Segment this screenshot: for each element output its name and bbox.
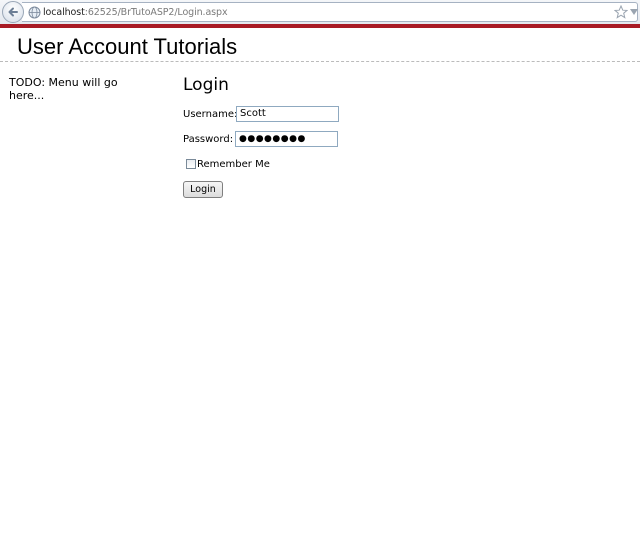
password-label: Password: [183, 134, 234, 145]
login-button[interactable]: Login [183, 181, 223, 198]
header-divider [0, 61, 640, 62]
header-accent-bar [0, 24, 640, 28]
login-heading: Login [183, 75, 229, 95]
browser-toolbar: localhost:62525/BrTutoASP2/Login.aspx [0, 0, 640, 24]
url-host: localhost [43, 7, 85, 18]
username-input[interactable]: Scott [236, 106, 339, 122]
remember-me-checkbox[interactable] [186, 159, 196, 169]
remember-me-label[interactable]: Remember Me [197, 159, 270, 171]
url-path: :62525/BrTutoASP2/Login.aspx [84, 7, 228, 18]
url-text[interactable]: localhost:62525/BrTutoASP2/Login.aspx [43, 6, 228, 20]
chevron-down-icon[interactable] [630, 9, 638, 15]
site-title: User Account Tutorials [17, 34, 238, 59]
globe-icon [28, 6, 41, 19]
address-bar[interactable]: localhost:62525/BrTutoASP2/Login.aspx [22, 2, 638, 22]
menu-placeholder: TODO: Menu will go here... [9, 76, 118, 102]
password-input[interactable]: ●●●●●●●● [235, 131, 338, 147]
username-label: Username: [183, 109, 238, 120]
back-button[interactable] [2, 1, 24, 23]
back-arrow-icon [8, 7, 18, 17]
bookmark-star-icon[interactable] [614, 5, 628, 19]
